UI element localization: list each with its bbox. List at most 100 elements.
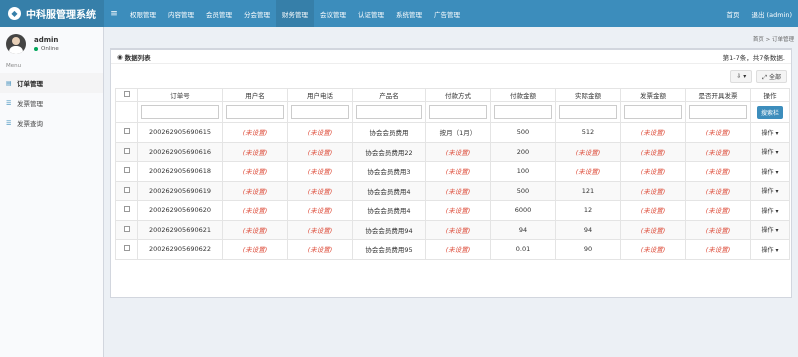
user-status-text: Online xyxy=(41,45,59,52)
avatar xyxy=(6,33,26,54)
table-cell: 协会会员费用4 xyxy=(352,200,426,221)
column-header[interactable]: 用户电话 xyxy=(287,88,353,102)
main-content: 首页 > 订单管理 ◉ 数据列表 第1-7条，共7条数据. ⇩ ▾ ⤢ 全部 订… xyxy=(104,27,798,357)
table-cell: (未设置) xyxy=(222,141,288,162)
filter-input[interactable] xyxy=(141,105,219,119)
row-actions-dropdown[interactable]: 操作 ▾ xyxy=(750,161,790,182)
row-checkbox[interactable] xyxy=(123,186,130,193)
breadcrumb: 首页 > 订单管理 xyxy=(752,37,794,43)
table-cell: (未设置) xyxy=(222,239,288,260)
column-header[interactable]: 实际金额 xyxy=(555,88,621,102)
table-cell: (未设置) xyxy=(425,239,491,260)
table-cell: 协会会员费用3 xyxy=(352,161,426,182)
table-cell: 200262905690621 xyxy=(137,219,223,240)
main-nav: 权限管理 内容管理 会员管理 分会管理 财务管理 会议管理 认证管理 系统管理 广告管理 xyxy=(124,0,466,27)
show-all-button[interactable]: ⤢ 全部 xyxy=(756,70,787,83)
logo-icon: ◆ xyxy=(8,7,21,20)
column-header[interactable]: 付款金额 xyxy=(490,88,556,102)
online-dot-icon xyxy=(34,46,38,51)
table-cell: (未设置) xyxy=(287,219,353,240)
select-all-checkbox[interactable] xyxy=(123,91,130,97)
search-button[interactable]: 搜索栏 xyxy=(756,105,783,119)
table-cell: (未设置) xyxy=(222,122,288,143)
table-cell: 200262905690616 xyxy=(137,141,223,162)
row-actions-dropdown[interactable]: 操作 ▾ xyxy=(750,141,790,162)
brand-title: 中科服管理系统 xyxy=(26,10,96,21)
filter-input[interactable] xyxy=(559,105,617,119)
nav-item[interactable]: 广告管理 xyxy=(428,0,466,27)
row-checkbox[interactable] xyxy=(123,206,130,213)
column-header[interactable]: 是否开具发票 xyxy=(685,88,751,102)
filter-input[interactable] xyxy=(356,105,422,119)
nav-item[interactable]: 财务管理 xyxy=(276,0,314,27)
nav-item[interactable]: 分会管理 xyxy=(238,0,276,27)
filter-input[interactable] xyxy=(624,105,682,119)
table-cell: (未设置) xyxy=(685,219,751,240)
table-cell: 94 xyxy=(490,219,556,240)
select-all-cell xyxy=(115,88,138,102)
sidebar-item[interactable]: ☰ 发票管理 xyxy=(0,93,103,113)
table-cell: (未设置) xyxy=(685,200,751,221)
row-checkbox[interactable] xyxy=(123,225,130,232)
row-actions-dropdown[interactable]: 操作 ▾ xyxy=(750,122,790,143)
user-name: admin xyxy=(34,35,59,44)
table-row: 200262905690619 (未设置) (未设置) 协会会员费用4 (未设置) 500… xyxy=(115,180,790,201)
brand[interactable]: ◆ 中科服管理系统 xyxy=(0,0,104,27)
filter-input[interactable] xyxy=(226,105,284,119)
nav-item[interactable]: 系统管理 xyxy=(390,0,428,27)
top-navbar: ◆ 中科服管理系统 ≡ 权限管理 内容管理 会员管理 分会管理 财务管理 会议管理 认证管理系… xyxy=(0,0,798,27)
nav-item[interactable]: 权限管理 xyxy=(124,0,162,27)
row-actions-dropdown[interactable]: 操作 ▾ xyxy=(750,180,790,201)
sidebar-toggle-icon[interactable]: ≡ xyxy=(104,9,124,19)
orders-table: 订单号 用户名 用户电话 产品名 付款方式 付款金额 实际金额 发票金额 是否开具发票 操作 搜索… xyxy=(115,88,790,260)
column-header[interactable]: 发票金额 xyxy=(620,88,686,102)
sidebar-item[interactable]: ▤ 订单管理 xyxy=(0,73,103,93)
menu-icon: ☰ xyxy=(6,99,12,107)
table-cell: (未设置) xyxy=(620,141,686,162)
table-cell: 200262905690618 xyxy=(137,161,223,182)
table-cell: (未设置) xyxy=(620,122,686,143)
row-actions-dropdown[interactable]: 操作 ▾ xyxy=(750,239,790,260)
table-cell: (未设置) xyxy=(685,180,751,201)
table-cell: (未设置) xyxy=(287,161,353,182)
row-checkbox[interactable] xyxy=(123,147,130,154)
filter-input[interactable] xyxy=(494,105,552,119)
home-link[interactable]: 首页 xyxy=(720,0,745,27)
table-cell: (未设置) xyxy=(425,161,491,182)
table-cell: 12 xyxy=(555,200,621,221)
nav-item[interactable]: 内容管理 xyxy=(162,0,200,27)
filter-input[interactable] xyxy=(429,105,487,119)
table-cell: (未设置) xyxy=(620,200,686,221)
table-cell: 协会会员费用4 xyxy=(352,180,426,201)
row-actions-dropdown[interactable]: 操作 ▾ xyxy=(750,219,790,240)
row-checkbox[interactable] xyxy=(123,167,130,174)
column-header[interactable]: 订单号 xyxy=(137,88,223,102)
row-actions-dropdown[interactable]: 操作 ▾ xyxy=(750,200,790,221)
filter-input[interactable] xyxy=(291,105,349,119)
column-header[interactable]: 用户名 xyxy=(222,88,288,102)
sidebar-item[interactable]: ☰ 发票查询 xyxy=(0,113,103,133)
table-cell: (未设置) xyxy=(222,200,288,221)
table-cell: 100 xyxy=(490,161,556,182)
table-cell: (未设置) xyxy=(685,239,751,260)
nav-item[interactable]: 会员管理 xyxy=(200,0,238,27)
export-button[interactable]: ⇩ ▾ xyxy=(730,70,753,83)
table-row: 200262905690621 (未设置) (未设置) 协会会员费用94 (未设置) 94… xyxy=(115,219,790,240)
logout-link[interactable]: 退出 (admin) xyxy=(745,0,798,27)
user-status: Online xyxy=(34,46,59,52)
column-header[interactable]: 操作 xyxy=(750,88,790,102)
table-cell: (未设置) xyxy=(287,180,353,201)
row-checkbox[interactable] xyxy=(123,245,130,252)
column-header[interactable]: 付款方式 xyxy=(425,88,491,102)
nav-item[interactable]: 会议管理 xyxy=(314,0,352,27)
nav-item[interactable]: 认证管理 xyxy=(352,0,390,27)
row-checkbox[interactable] xyxy=(123,128,130,135)
sidebar-item-label: 发票管理 xyxy=(17,100,43,108)
table-cell: 500 xyxy=(490,122,556,143)
globe-icon: ◉ xyxy=(117,52,123,61)
column-header[interactable]: 产品名 xyxy=(352,88,426,102)
table-cell: (未设置) xyxy=(620,239,686,260)
table-row: 200262905690615 (未设置) (未设置) 协会会员费用 按月（1月） 500… xyxy=(115,122,790,143)
user-panel: admin Online xyxy=(0,27,103,60)
filter-input[interactable] xyxy=(689,105,747,119)
